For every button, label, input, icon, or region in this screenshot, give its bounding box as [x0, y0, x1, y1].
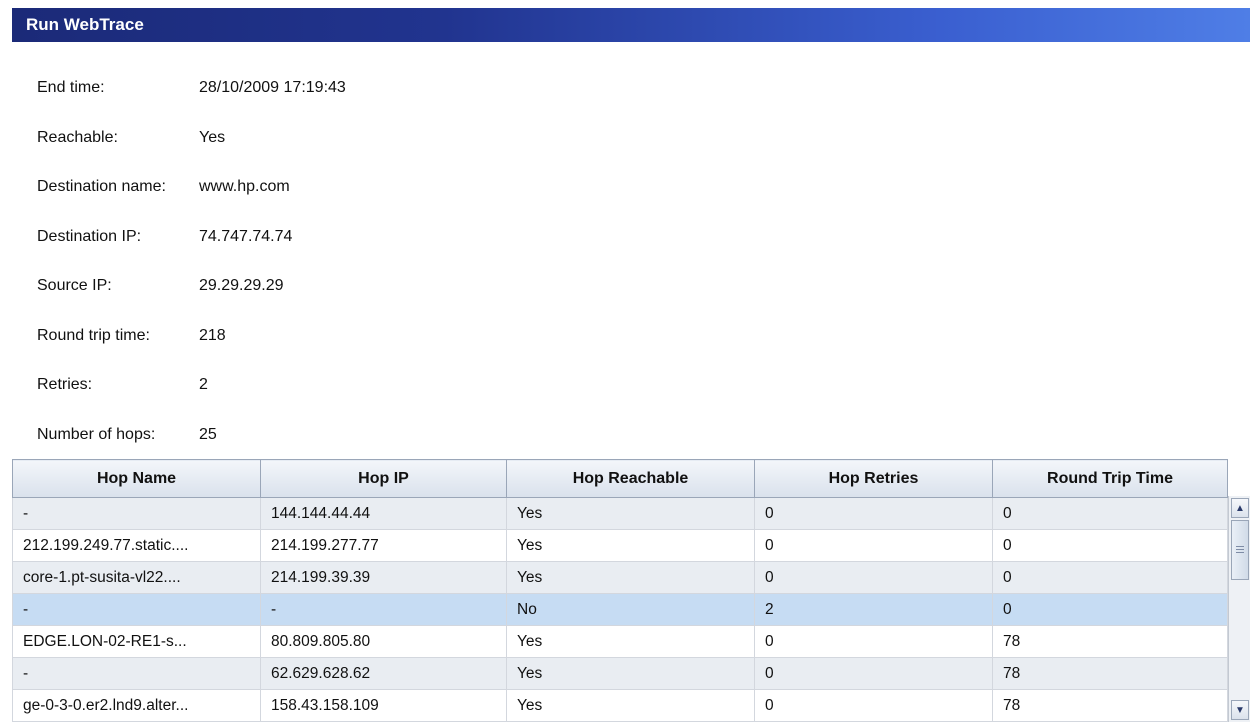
hops-table: Hop Name Hop IP Hop Reachable Hop Retrie…	[12, 459, 1228, 722]
cell-hop-reachable: Yes	[506, 529, 755, 562]
table-row[interactable]: core-1.pt-susita-vl22.... 214.199.39.39 …	[12, 561, 1228, 594]
scroll-down-arrow-icon[interactable]: ▼	[1231, 700, 1249, 720]
table-row[interactable]: 212.199.249.77.static.... 214.199.277.77…	[12, 529, 1228, 562]
scrollbar-thumb[interactable]	[1231, 520, 1249, 580]
detail-label: Reachable:	[37, 128, 118, 146]
cell-hop-name: EDGE.LON-02-RE1-s...	[12, 625, 261, 658]
cell-hop-name: -	[12, 593, 261, 626]
cell-round-trip-time: 0	[992, 561, 1228, 594]
cell-hop-retries: 0	[754, 561, 993, 594]
cell-hop-retries: 0	[754, 689, 993, 722]
detail-label: End time:	[37, 79, 105, 96]
detail-label: Destination IP:	[37, 227, 142, 245]
cell-hop-reachable: No	[506, 593, 755, 626]
detail-label: Round trip time:	[37, 326, 150, 344]
cell-hop-retries: 0	[754, 657, 993, 690]
grip-icon	[1236, 545, 1244, 555]
table-header-row: Hop Name Hop IP Hop Reachable Hop Retrie…	[12, 459, 1228, 498]
cell-hop-ip: 158.43.158.109	[260, 689, 507, 722]
cell-round-trip-time: 0	[992, 497, 1228, 530]
detail-label: Source IP:	[37, 277, 112, 294]
cell-hop-reachable: Yes	[506, 497, 755, 530]
column-header-round-trip-time[interactable]: Round Trip Time	[992, 459, 1228, 498]
cell-hop-reachable: Yes	[506, 657, 755, 690]
detail-value: www.hp.com	[199, 178, 290, 195]
detail-value: 29.29.29.29	[199, 277, 284, 294]
cell-hop-ip: 214.199.39.39	[260, 561, 507, 594]
column-header-hop-retries[interactable]: Hop Retries	[754, 459, 993, 498]
detail-value: 74.747.74.74	[199, 227, 293, 245]
detail-label: Retries:	[37, 376, 93, 393]
cell-hop-ip: 80.809.805.80	[260, 625, 507, 658]
cell-hop-retries: 2	[754, 593, 993, 626]
cell-hop-retries: 0	[754, 497, 993, 530]
cell-hop-name: -	[12, 657, 261, 690]
cell-hop-ip: 214.199.277.77	[260, 529, 507, 562]
cell-hop-name: -	[12, 497, 261, 530]
cell-hop-retries: 0	[754, 625, 993, 658]
detail-value: 218	[199, 326, 226, 344]
detail-value: 28/10/2009 17:19:43	[199, 79, 346, 96]
title-bar: Run WebTrace	[12, 8, 1250, 42]
table-row[interactable]: ge-0-3-0.er2.lnd9.alter... 158.43.158.10…	[12, 689, 1228, 722]
cell-round-trip-time: 78	[992, 657, 1228, 690]
vertical-scrollbar[interactable]: ▲ ▼	[1228, 496, 1250, 722]
table-row[interactable]: - 144.144.44.44 Yes 0 0	[12, 497, 1228, 530]
cell-hop-ip: -	[260, 593, 507, 626]
cell-hop-ip: 62.629.628.62	[260, 657, 507, 690]
cell-hop-ip: 144.144.44.44	[260, 497, 507, 530]
table-row-selected[interactable]: - - No 2 0	[12, 593, 1228, 626]
cell-hop-name: 212.199.249.77.static....	[12, 529, 261, 562]
cell-hop-reachable: Yes	[506, 625, 755, 658]
cell-round-trip-time: 78	[992, 625, 1228, 658]
cell-hop-reachable: Yes	[506, 561, 755, 594]
cell-round-trip-time: 0	[992, 593, 1228, 626]
column-header-hop-ip[interactable]: Hop IP	[260, 459, 507, 498]
table-row[interactable]: EDGE.LON-02-RE1-s... 80.809.805.80 Yes 0…	[12, 625, 1228, 658]
detail-label: Destination name:	[37, 178, 166, 195]
cell-hop-name: ge-0-3-0.er2.lnd9.alter...	[12, 689, 261, 722]
cell-hop-reachable: Yes	[506, 689, 755, 722]
cell-round-trip-time: 0	[992, 529, 1228, 562]
hops-table-panel: Hop Name Hop IP Hop Reachable Hop Retrie…	[12, 459, 1250, 722]
scroll-up-arrow-icon[interactable]: ▲	[1231, 498, 1249, 518]
detail-value: Yes	[199, 128, 226, 146]
column-header-hop-reachable[interactable]: Hop Reachable	[506, 459, 755, 498]
column-header-hop-name[interactable]: Hop Name	[12, 459, 261, 498]
detail-value: 25	[199, 425, 217, 443]
page-title: Run WebTrace	[26, 15, 144, 34]
cell-hop-name: core-1.pt-susita-vl22....	[12, 561, 261, 594]
detail-label: Number of hops:	[37, 425, 156, 443]
detail-value: 2	[199, 376, 208, 393]
table-row[interactable]: - 62.629.628.62 Yes 0 78	[12, 657, 1228, 690]
cell-hop-retries: 0	[754, 529, 993, 562]
cell-round-trip-time: 78	[992, 689, 1228, 722]
